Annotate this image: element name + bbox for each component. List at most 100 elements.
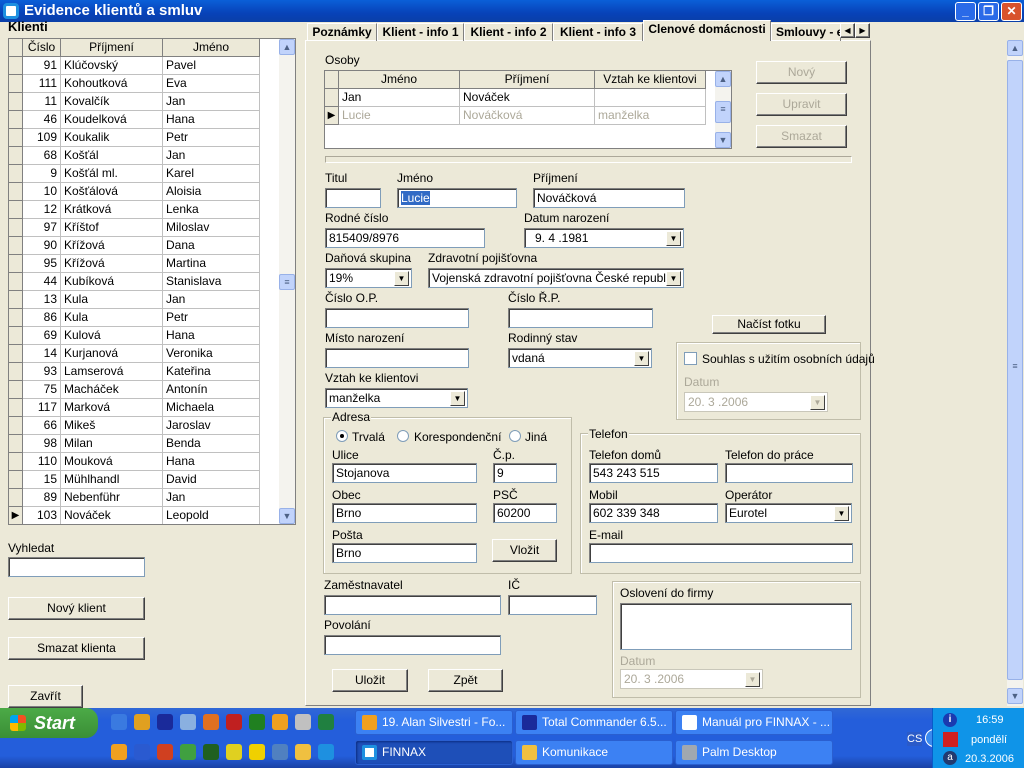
dropdown-arrow-icon[interactable]: ▼ — [810, 395, 825, 410]
client-jmeno[interactable]: Martina — [163, 255, 260, 273]
column-header-jmeno[interactable]: Jméno — [163, 39, 260, 57]
misto-narozeni-input[interactable] — [325, 348, 469, 368]
radio-trvala[interactable] — [336, 430, 348, 442]
tab-scroll-left-icon[interactable]: ◀ — [840, 23, 855, 38]
scroll-down-icon[interactable]: ▼ — [279, 508, 295, 524]
task-total-commander[interactable]: Total Commander 6.5... — [515, 710, 673, 735]
client-cislo[interactable]: 93 — [23, 363, 61, 381]
close-button[interactable]: ✕ — [1001, 2, 1022, 21]
maximize-button[interactable]: ❐ — [978, 2, 999, 21]
excel-icon[interactable] — [318, 714, 334, 730]
client-prijmeni[interactable]: Milan — [61, 435, 163, 453]
vlozit-button[interactable]: Vložit — [492, 539, 557, 562]
datum-narozeni-picker[interactable]: 9. 4 .1981 ▼ — [524, 228, 684, 248]
client-prijmeni[interactable]: Mühlhandl — [61, 471, 163, 489]
client-jmeno[interactable]: Jan — [163, 147, 260, 165]
client-jmeno[interactable]: Michaela — [163, 399, 260, 417]
network-icon[interactable] — [943, 732, 958, 747]
client-cislo[interactable]: 10 — [23, 183, 61, 201]
scroll-thumb[interactable]: ≡ — [1007, 60, 1023, 680]
client-jmeno[interactable]: Veronika — [163, 345, 260, 363]
client-cislo[interactable]: 110 — [23, 453, 61, 471]
client-jmeno[interactable]: Petr — [163, 129, 260, 147]
osoba-vztah[interactable]: manželka — [595, 107, 706, 125]
search-input[interactable] — [8, 557, 145, 577]
client-cislo[interactable]: 90 — [23, 237, 61, 255]
client-cislo[interactable]: 44 — [23, 273, 61, 291]
osoby-grid[interactable]: Jméno Příjmení Vztah ke klientovi Jan No… — [324, 70, 732, 149]
client-prijmeni[interactable]: Nováček — [61, 507, 163, 524]
client-cislo[interactable]: 69 — [23, 327, 61, 345]
opera-icon[interactable] — [226, 714, 242, 730]
telefon-domu-input[interactable]: 543 243 515 — [589, 463, 718, 483]
client-prijmeni[interactable]: Kula — [61, 309, 163, 327]
pojistovna-select[interactable]: Vojenská zdravotní pojišťovna České repu… — [428, 268, 684, 288]
client-jmeno[interactable]: Jaroslav — [163, 417, 260, 435]
client-cislo[interactable]: 89 — [23, 489, 61, 507]
scroll-down-icon[interactable]: ▼ — [1007, 688, 1023, 704]
client-prijmeni[interactable]: Kulová — [61, 327, 163, 345]
osoba-jmeno[interactable]: Lucie — [339, 107, 460, 125]
email-input[interactable] — [589, 543, 853, 563]
load-photo-button[interactable]: Načíst fotku — [712, 315, 826, 334]
client-jmeno[interactable]: Kateřina — [163, 363, 260, 381]
cislo-op-input[interactable] — [325, 308, 469, 328]
clients-scrollbar[interactable]: ▲ ≡ ▼ — [279, 39, 295, 524]
client-jmeno[interactable]: Pavel — [163, 57, 260, 75]
client-jmeno[interactable]: Hana — [163, 453, 260, 471]
client-prijmeni[interactable]: Krátková — [61, 201, 163, 219]
povolani-input[interactable] — [324, 635, 501, 655]
tab-klient-info-3[interactable]: Klient - info 3 — [553, 23, 643, 41]
client-cislo[interactable]: 95 — [23, 255, 61, 273]
finnax-icon[interactable] — [318, 744, 334, 760]
client-prijmeni[interactable]: Mouková — [61, 453, 163, 471]
osoba-vztah[interactable] — [595, 89, 706, 107]
start-button[interactable]: Start — [0, 708, 98, 738]
dropdown-arrow-icon[interactable]: ▼ — [666, 271, 681, 286]
antivirus-icon[interactable]: a — [943, 751, 957, 765]
delete-client-button[interactable]: Smazat klienta — [8, 637, 145, 660]
client-cislo[interactable]: 66 — [23, 417, 61, 435]
clock-icon[interactable] — [111, 744, 127, 760]
client-cislo[interactable]: 75 — [23, 381, 61, 399]
jmeno-input[interactable]: Lucie — [397, 188, 517, 208]
client-jmeno[interactable]: Stanislava — [163, 273, 260, 291]
client-jmeno[interactable]: Aloisia — [163, 183, 260, 201]
osoba-jmeno[interactable]: Jan — [339, 89, 460, 107]
radio-trvala-label[interactable]: Trvalá — [352, 430, 385, 444]
client-jmeno[interactable]: Jan — [163, 93, 260, 111]
word-icon[interactable] — [134, 744, 150, 760]
dropdown-arrow-icon[interactable]: ▼ — [666, 231, 681, 246]
tab-klient-info-1[interactable]: Klient - info 1 — [377, 23, 464, 41]
dropdown-arrow-icon[interactable]: ▼ — [745, 672, 760, 687]
client-cislo[interactable]: 86 — [23, 309, 61, 327]
close-app-button[interactable]: Zavřít — [8, 685, 83, 708]
scroll-up-icon[interactable]: ▲ — [279, 39, 295, 55]
column-header-prijmeni[interactable]: Příjmení — [460, 71, 595, 89]
client-prijmeni[interactable]: Křížová — [61, 255, 163, 273]
client-cislo[interactable]: 91 — [23, 57, 61, 75]
client-cislo[interactable]: 14 — [23, 345, 61, 363]
info-icon[interactable]: i — [943, 713, 957, 727]
posta-input[interactable]: Brno — [332, 543, 477, 563]
task-manual[interactable]: Manuál pro FINNAX - ... — [675, 710, 833, 735]
cp-input[interactable]: 9 — [493, 463, 557, 483]
rodinny-stav-select[interactable]: vdaná ▼ — [508, 348, 652, 368]
client-cislo[interactable]: 15 — [23, 471, 61, 489]
folder-icon[interactable] — [295, 744, 311, 760]
task-finnax[interactable]: FINNAX — [355, 740, 513, 765]
minimize-button[interactable]: _ — [955, 2, 976, 21]
client-prijmeni[interactable]: Lamserová — [61, 363, 163, 381]
radio-jina[interactable] — [509, 430, 521, 442]
column-header-cislo[interactable]: Číslo — [23, 39, 61, 57]
souhlas-checkbox[interactable] — [684, 352, 697, 365]
client-prijmeni[interactable]: Nebenführ — [61, 489, 163, 507]
osoba-edit-button[interactable]: Upravit — [756, 93, 847, 116]
telefon-prace-input[interactable] — [725, 463, 853, 483]
client-cislo[interactable]: 103 — [23, 507, 61, 524]
firefox-icon[interactable] — [203, 714, 219, 730]
paint-icon[interactable] — [180, 744, 196, 760]
client-prijmeni[interactable]: Macháček — [61, 381, 163, 399]
mobil-input[interactable]: 602 339 348 — [589, 503, 718, 523]
client-cislo[interactable]: 111 — [23, 75, 61, 93]
